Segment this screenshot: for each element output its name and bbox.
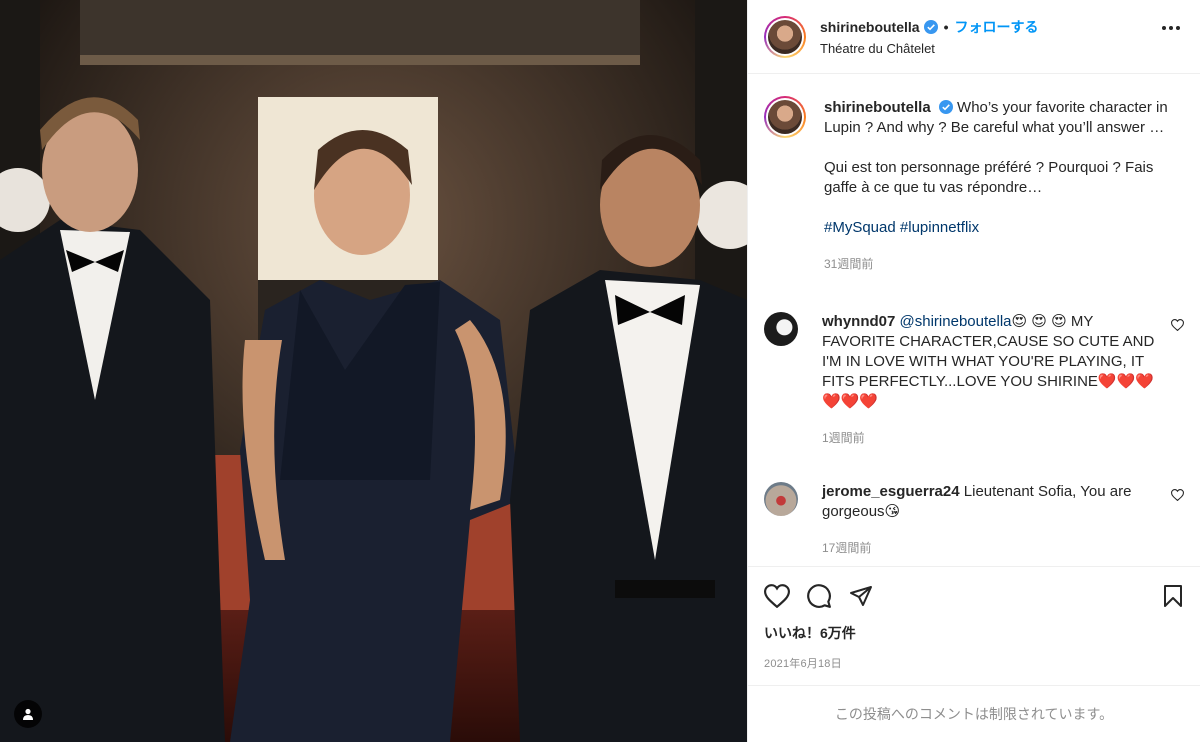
hashtag-link[interactable]: #MySquad bbox=[824, 219, 896, 236]
comment-time: 17週間前 bbox=[822, 541, 872, 555]
comment-item: jerome_esguerra24 Lieutenant Sofia, You … bbox=[764, 480, 1185, 566]
follow-button[interactable]: フォローする bbox=[954, 17, 1038, 37]
comment-like-button[interactable] bbox=[1170, 488, 1185, 506]
caption-avatar[interactable] bbox=[764, 96, 806, 138]
share-button[interactable] bbox=[848, 584, 874, 608]
hashtag-link[interactable]: #lupinnetflix bbox=[900, 219, 979, 236]
comment-like-button[interactable] bbox=[1170, 318, 1185, 336]
author-avatar[interactable] bbox=[764, 15, 806, 58]
likes-count[interactable]: いいね！6万件 bbox=[764, 623, 1184, 643]
like-button[interactable] bbox=[764, 584, 790, 608]
mention-link[interactable]: @shirineboutella bbox=[900, 313, 1012, 330]
caption-username[interactable]: shirineboutella bbox=[824, 99, 931, 116]
share-icon bbox=[850, 586, 872, 606]
comment-button[interactable] bbox=[806, 583, 832, 609]
verified-badge-icon bbox=[938, 100, 953, 114]
post-header: shirineboutella • フォローする Théatre du Chât… bbox=[748, 0, 1200, 74]
comment-time: 1週間前 bbox=[822, 431, 865, 445]
commenter-username[interactable]: whynnd07 bbox=[822, 313, 895, 330]
bookmark-icon bbox=[1164, 585, 1182, 607]
heart-icon bbox=[1170, 489, 1185, 502]
caption-text-fr: Qui est ton personnage préféré ? Pourquo… bbox=[824, 159, 1154, 196]
post-date[interactable]: 2021年6月18日 bbox=[764, 655, 1184, 685]
commenter-username[interactable]: jerome_esguerra24 bbox=[822, 483, 960, 500]
save-button[interactable] bbox=[1162, 584, 1184, 608]
user-tag-icon bbox=[23, 708, 33, 720]
tagged-users-button[interactable] bbox=[14, 700, 42, 728]
caption: shirineboutella Who’s your favorite char… bbox=[764, 96, 1184, 286]
instagram-post: shirineboutella • フォローする Théatre du Chât… bbox=[0, 0, 1200, 742]
post-photo[interactable] bbox=[0, 0, 747, 742]
author-avatar-image bbox=[768, 19, 802, 54]
comments-restricted-notice: この投稿へのコメントは制限されています。 bbox=[748, 685, 1200, 742]
heart-icon bbox=[1170, 319, 1185, 332]
separator-dot: • bbox=[943, 19, 949, 35]
comment-icon bbox=[807, 584, 831, 608]
post-actions: いいね！6万件 2021年6月18日 bbox=[748, 566, 1200, 685]
photo-illustration bbox=[0, 0, 747, 742]
comment-item: whynnd07 @shirineboutella😍 😍 😍 MY FAVORI… bbox=[764, 310, 1185, 460]
more-options-icon[interactable] bbox=[1162, 26, 1180, 30]
comments-list: shirineboutella Who’s your favorite char… bbox=[748, 74, 1200, 566]
location-link[interactable]: Théatre du Châtelet bbox=[820, 41, 1038, 56]
post-side-panel: shirineboutella • フォローする Théatre du Chât… bbox=[747, 0, 1200, 742]
caption-time: 31週間前 bbox=[824, 257, 874, 271]
verified-badge-icon bbox=[923, 20, 938, 34]
commenter-avatar[interactable] bbox=[764, 482, 798, 516]
commenter-avatar[interactable] bbox=[764, 312, 798, 346]
heart-icon bbox=[764, 584, 790, 608]
author-username[interactable]: shirineboutella bbox=[820, 19, 920, 35]
